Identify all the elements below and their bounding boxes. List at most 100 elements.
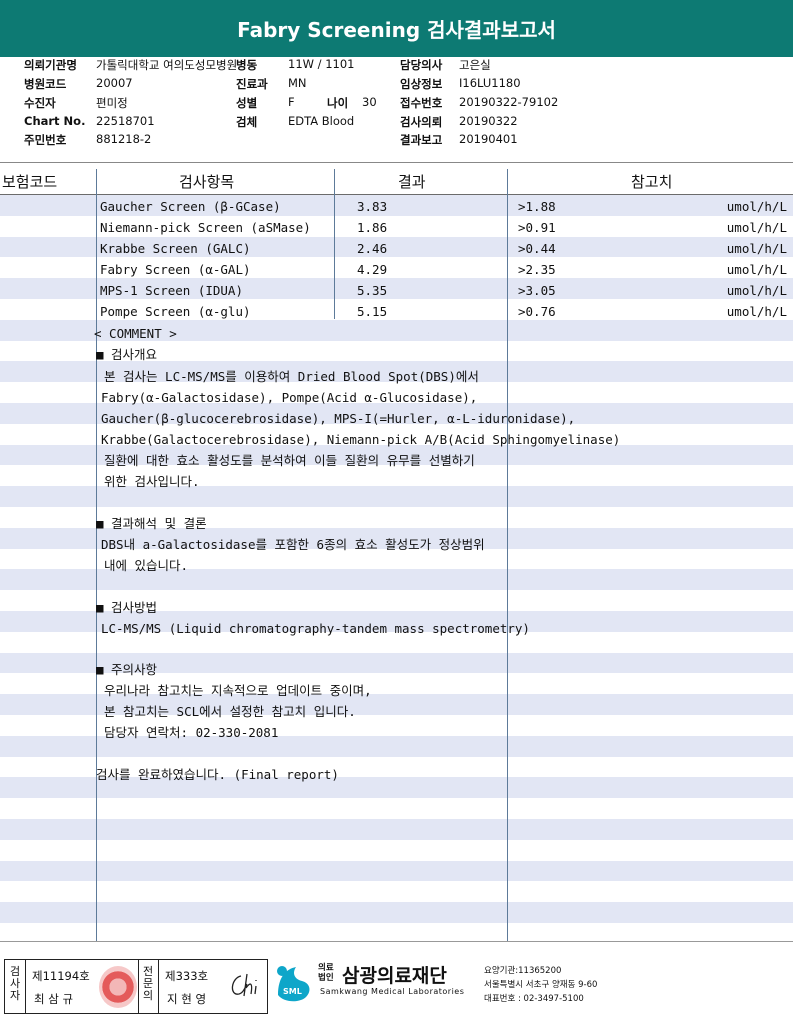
table-row: Niemann-pick Screen (aSMase) 1.86 >0.91 … xyxy=(0,218,793,239)
table-row: Pompe Screen (α-glu) 5.15 >0.76 umol/h/L xyxy=(0,302,793,323)
section-heading-notes: ■ 주의사항 xyxy=(96,662,158,677)
header-label: 의뢰기관명 xyxy=(24,58,77,72)
header-value: F xyxy=(288,95,295,109)
comment-line: DBS내 a-Galactosidase를 포함한 6종의 효소 활성도가 정상… xyxy=(101,537,485,552)
header-label: 임상정보 xyxy=(400,77,443,91)
comment-line: Fabry(α-Galactosidase), Pompe(Acid α-Glu… xyxy=(101,390,478,405)
header-value: 22518701 xyxy=(96,114,155,128)
header-label: 병원코드 xyxy=(24,77,67,91)
header-label: 검체 xyxy=(236,115,258,129)
reference-cell: >1.88 xyxy=(518,199,556,214)
sign-divider xyxy=(25,960,26,1013)
result-cell: 5.35 xyxy=(357,283,388,298)
header-value: 가톨릭대학교 여의도성모병원 xyxy=(96,58,238,72)
signature-image xyxy=(231,973,257,997)
header-label: 담당의사 xyxy=(400,58,443,72)
column-header-code: 보험코드 xyxy=(2,173,58,191)
header-label: 나이 xyxy=(327,96,349,110)
examiner-label: 검사자 xyxy=(9,965,21,1002)
section-heading-interpretation: ■ 결과해석 및 결론 xyxy=(96,516,207,531)
item-cell: Niemann-pick Screen (aSMase) xyxy=(100,220,311,235)
examiner-license: 제11194호 xyxy=(32,969,90,983)
specialist-license: 제333호 xyxy=(165,969,209,983)
item-cell: Krabbe Screen (GALC) xyxy=(100,241,251,256)
organization-info: 의료법인 삼광의료재단 Samkwang Medical Laboratorie… xyxy=(318,961,788,1015)
unit-cell: umol/h/L xyxy=(726,283,787,298)
reference-cell: >0.76 xyxy=(518,304,556,319)
patient-info-header: 의뢰기관명 가톨릭대학교 여의도성모병원 병동 11W / 1101 담당의사 … xyxy=(0,57,793,163)
header-label: 결과보고 xyxy=(400,133,443,147)
header-label: Chart No. xyxy=(24,114,86,128)
row-stripe xyxy=(0,860,793,882)
header-label: 수진자 xyxy=(24,96,56,110)
comment-line: 본 검사는 LC-MS/MS를 이용하여 Dried Blood Spot(DB… xyxy=(104,369,479,384)
comment-line: 내에 있습니다. xyxy=(104,558,189,573)
reference-cell: >3.05 xyxy=(518,283,556,298)
org-address: 서울특별시 서초구 양재동 9-60 xyxy=(484,980,598,990)
result-cell: 1.86 xyxy=(357,220,388,235)
column-header-result: 결과 xyxy=(398,173,426,191)
item-cell: Pompe Screen (α-glu) xyxy=(100,304,251,319)
header-label: 병동 xyxy=(236,58,258,72)
org-phone: 대표번호 : 02-3497-5100 xyxy=(484,994,584,1004)
header-divider xyxy=(0,162,793,163)
section-heading-method: ■ 검사방법 xyxy=(96,600,158,615)
comment-line: 위한 검사입니다. xyxy=(104,474,200,489)
header-value: 20190322 xyxy=(459,114,518,128)
header-value: 881218-2 xyxy=(96,132,152,146)
header-value: 고은실 xyxy=(459,58,491,72)
examiner-seal-stamp xyxy=(99,966,137,1008)
row-stripe xyxy=(0,902,793,923)
comment-line: 우리나라 참고치는 지속적으로 업데이트 중이며, xyxy=(104,683,372,698)
header-value: 20190322-79102 xyxy=(459,95,559,109)
final-report-note: 검사를 완료하였습니다. (Final report) xyxy=(96,767,339,782)
footer-divider xyxy=(0,941,793,942)
comment-line: Gaucher(β-glucocerebrosidase), MPS-I(=Hu… xyxy=(101,411,576,426)
item-cell: Gaucher Screen (β-GCase) xyxy=(100,199,281,214)
table-row: Gaucher Screen (β-GCase) 3.83 >1.88 umol… xyxy=(0,197,793,218)
header-value: MN xyxy=(288,76,307,90)
unit-cell: umol/h/L xyxy=(726,262,787,277)
comment-line: LC-MS/MS (Liquid chromatography-tandem m… xyxy=(101,621,530,636)
unit-cell: umol/h/L xyxy=(726,199,787,214)
sign-divider xyxy=(158,960,159,1013)
header-label: 주민번호 xyxy=(24,133,67,147)
header-value: EDTA Blood xyxy=(288,114,355,128)
header-label: 접수번호 xyxy=(400,96,443,110)
specialist-label: 전문의 xyxy=(142,965,154,1002)
header-value: 11W / 1101 xyxy=(288,57,355,71)
sign-divider xyxy=(138,960,139,1013)
comment-line: 본 참고치는 SCL에서 설정한 참고치 입니다. xyxy=(104,704,356,719)
header-value: I16LU1180 xyxy=(459,76,521,90)
result-cell: 3.83 xyxy=(357,199,388,214)
unit-cell: umol/h/L xyxy=(726,220,787,235)
header-value: 30 xyxy=(362,95,377,109)
row-stripe xyxy=(0,819,793,840)
header-label: 검사의뢰 xyxy=(400,115,443,129)
reference-cell: >0.91 xyxy=(518,220,556,235)
comment-line: 담당자 연락처: 02-330-2081 xyxy=(104,725,279,740)
header-value: 20007 xyxy=(96,76,133,90)
specialist-name: 지 현 영 xyxy=(167,992,207,1006)
table-row: MPS-1 Screen (IDUA) 5.35 >3.05 umol/h/L xyxy=(0,281,793,302)
signature-box: 검사자 제11194호 최 삼 규 전문의 제333호 지 현 영 xyxy=(4,959,268,1014)
column-header-reference: 참고치 xyxy=(631,173,673,191)
reference-cell: >2.35 xyxy=(518,262,556,277)
comment-heading: < COMMENT > xyxy=(94,326,177,341)
logo-text: SML xyxy=(283,987,302,996)
comment-line: 질환에 대한 효소 활성도를 분석하여 이들 질환의 유무를 선별하기 xyxy=(104,453,475,468)
result-cell: 2.46 xyxy=(357,241,388,256)
result-cell: 5.15 xyxy=(357,304,388,319)
result-cell: 4.29 xyxy=(357,262,388,277)
unit-cell: umol/h/L xyxy=(726,241,787,256)
examiner-name: 최 삼 규 xyxy=(34,992,74,1006)
reference-cell: >0.44 xyxy=(518,241,556,256)
table-row: Fabry Screen (α-GAL) 4.29 >2.35 umol/h/L xyxy=(0,260,793,281)
org-type: 의료법인 xyxy=(318,963,334,983)
table-header: 보험코드 검사항목 결과 참고치 xyxy=(0,167,793,194)
org-name: 삼광의료재단 xyxy=(342,965,447,987)
section-heading-overview: ■ 검사개요 xyxy=(96,347,158,362)
org-english-name: Samkwang Medical Laboratories xyxy=(320,987,465,996)
header-value: 편미정 xyxy=(96,96,128,110)
item-cell: Fabry Screen (α-GAL) xyxy=(100,262,251,277)
